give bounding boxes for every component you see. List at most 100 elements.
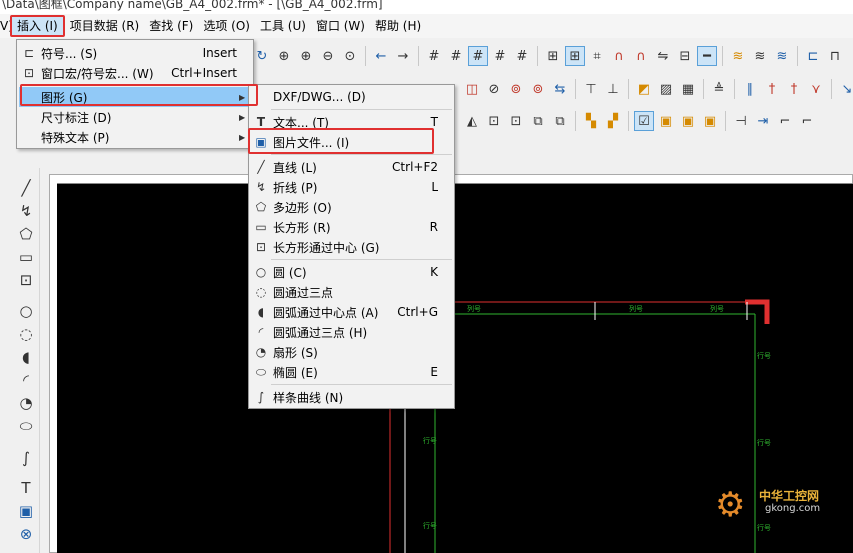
layer-b-icon[interactable]: ▣ xyxy=(678,111,698,131)
menu-item-dxf-dwg[interactable]: DXF/DWG... (D) xyxy=(251,87,452,107)
mirror-a-icon[interactable]: ◭ xyxy=(462,111,482,131)
symbol-h-icon[interactable]: ⊥ xyxy=(603,79,623,99)
menu-item-spline[interactable]: ∫ 样条曲线 (N) xyxy=(251,387,452,407)
link-tool-icon[interactable]: ⊗ xyxy=(15,524,37,544)
spline-tool-icon[interactable]: ∫ xyxy=(15,448,37,468)
corner-b-icon[interactable]: ⌐ xyxy=(797,111,817,131)
scale-icon[interactable]: ⊟ xyxy=(675,46,695,66)
wave-a-icon[interactable]: ≋ xyxy=(728,46,748,66)
symbol-c-icon[interactable]: ⊘ xyxy=(484,79,504,99)
menu-item-line[interactable]: ╱ 直线 (L) Ctrl+F2 xyxy=(251,157,452,177)
magnet-icon[interactable]: ∩ xyxy=(609,46,629,66)
menu-item-sector[interactable]: ◔ 扇形 (S) xyxy=(251,342,452,362)
menu-item-arc-center[interactable]: ◖ 圆弧通过中心点 (A) Ctrl+G xyxy=(251,302,452,322)
menu-project-data[interactable]: 项目数据 (R) xyxy=(65,15,145,37)
angle-a-icon[interactable]: ↘ xyxy=(837,79,853,99)
back-arrow-icon[interactable]: ← xyxy=(371,46,391,66)
menu-item-polygon[interactable]: ⬠ 多边形 (O) xyxy=(251,197,452,217)
text-tool-icon[interactable]: T xyxy=(15,478,37,498)
hatch-a-icon[interactable]: ◩ xyxy=(634,79,654,99)
wave-b-icon[interactable]: ≋ xyxy=(750,46,770,66)
zoom-in-icon[interactable]: ⊕ xyxy=(296,46,316,66)
rectangle-tool-icon[interactable]: ▭ xyxy=(15,247,37,267)
ellipse-tool-icon[interactable]: ⬭ xyxy=(15,416,37,436)
trim-icon[interactable]: ⊣ xyxy=(731,111,751,131)
arc-three-point-tool-icon[interactable]: ◜ xyxy=(15,370,37,390)
extend-icon[interactable]: ⇥ xyxy=(753,111,773,131)
menu-window[interactable]: 窗口 (W) xyxy=(311,15,370,37)
menu-item-circle-three-point[interactable]: ◌ 圆通过三点 xyxy=(251,282,452,302)
circle-tool-icon[interactable]: ○ xyxy=(15,301,37,321)
menu-find[interactable]: 查找 (F) xyxy=(144,15,198,37)
grid-c-icon[interactable]: # xyxy=(468,46,488,66)
symbol-g-icon[interactable]: ⊤ xyxy=(581,79,601,99)
grid-display-icon[interactable]: ⊞ xyxy=(565,46,585,66)
image-tool-icon[interactable]: ▣ xyxy=(15,501,37,521)
zoom-out-icon[interactable]: ⊖ xyxy=(318,46,338,66)
bus-a-icon[interactable]: ∥ xyxy=(740,79,760,99)
more-icon[interactable]: ⊓ xyxy=(825,46,845,66)
stack-icon[interactable]: ≜ xyxy=(709,79,729,99)
zoom-window-icon[interactable]: ⊕ xyxy=(274,46,294,66)
menu-help[interactable]: 帮助 (H) xyxy=(370,15,426,37)
circle-three-point-tool-icon[interactable]: ◌ xyxy=(15,324,37,344)
grid-a-icon[interactable]: # xyxy=(424,46,444,66)
refresh-icon[interactable]: ↻ xyxy=(252,46,272,66)
sector-tool-icon[interactable]: ◔ xyxy=(15,393,37,413)
grid-snap-icon[interactable]: ⊞ xyxy=(543,46,563,66)
symbol-e-icon[interactable]: ⊚ xyxy=(528,79,548,99)
polyline-tool-icon[interactable]: ↯ xyxy=(15,201,37,221)
pin-icon[interactable]: ⊏ xyxy=(803,46,823,66)
menu-item-symbol[interactable]: ⊏ 符号... (S) Insert xyxy=(19,43,251,63)
symbol-d-icon[interactable]: ⊚ xyxy=(506,79,526,99)
menu-item-circle[interactable]: ○ 圆 (C) K xyxy=(251,262,452,282)
spline-icon: ∫ xyxy=(257,390,265,404)
connect-icon[interactable]: ⇋ xyxy=(653,46,673,66)
menu-item-rectangle[interactable]: ▭ 长方形 (R) R xyxy=(251,217,452,237)
menu-tools[interactable]: 工具 (U) xyxy=(255,15,311,37)
layer-a-icon[interactable]: ▣ xyxy=(656,111,676,131)
menu-item-dimension[interactable]: 尺寸标注 (D) ▶ xyxy=(19,107,251,127)
mirror-e-icon[interactable]: ⧉ xyxy=(550,111,570,131)
forward-arrow-icon[interactable]: → xyxy=(393,46,413,66)
group-a-icon[interactable]: ▚ xyxy=(581,111,601,131)
menu-item-ellipse[interactable]: ⬭ 椭圆 (E) E xyxy=(251,362,452,382)
symbol-f-icon[interactable]: ⇆ xyxy=(550,79,570,99)
polygon-tool-icon[interactable]: ⬠ xyxy=(15,224,37,244)
menu-item-arc-three-point[interactable]: ◜ 圆弧通过三点 (H) xyxy=(251,322,452,342)
menu-item-window-macro[interactable]: ⊡ 窗口宏/符号宏... (W) Ctrl+Insert xyxy=(19,63,251,83)
menu-item-text[interactable]: T 文本... (T) T xyxy=(251,112,452,132)
group-b-icon[interactable]: ▞ xyxy=(603,111,623,131)
mirror-b-icon[interactable]: ⊡ xyxy=(484,111,504,131)
grid-b-icon[interactable]: # xyxy=(446,46,466,66)
arc-center-tool-icon[interactable]: ◖ xyxy=(15,347,37,367)
menu-item-graphics[interactable]: 图形 (G) ▶ xyxy=(19,87,251,107)
hatch-b-icon[interactable]: ▨ xyxy=(656,79,676,99)
cross-icon[interactable]: ⌗ xyxy=(587,46,607,66)
hatch-c-icon[interactable]: ▦ xyxy=(678,79,698,99)
menu-view[interactable]: V) xyxy=(0,15,10,37)
symbol-b-icon[interactable]: ◫ xyxy=(462,79,482,99)
check-icon[interactable]: ☑ xyxy=(634,111,654,131)
menu-item-image-file[interactable]: ▣ 图片文件... (I) xyxy=(251,132,452,152)
rectangle-center-tool-icon[interactable]: ⊡ xyxy=(15,270,37,290)
menu-item-rectangle-center[interactable]: ⊡ 长方形通过中心 (G) xyxy=(251,237,452,257)
line-width-icon[interactable]: ━ xyxy=(697,46,717,66)
mirror-c-icon[interactable]: ⊡ xyxy=(506,111,526,131)
menu-item-special-text[interactable]: 特殊文本 (P) ▶ xyxy=(19,127,251,147)
bus-c-icon[interactable]: † xyxy=(784,79,804,99)
grid-d-icon[interactable]: # xyxy=(490,46,510,66)
zoom-fit-icon[interactable]: ⊙ xyxy=(340,46,360,66)
line-tool-icon[interactable]: ╱ xyxy=(15,178,37,198)
grid-e-icon[interactable]: # xyxy=(512,46,532,66)
corner-a-icon[interactable]: ⌐ xyxy=(775,111,795,131)
bus-b-icon[interactable]: † xyxy=(762,79,782,99)
wave-c-icon[interactable]: ≋ xyxy=(772,46,792,66)
magnet-lock-icon[interactable]: ∩ xyxy=(631,46,651,66)
bus-d-icon[interactable]: ⋎ xyxy=(806,79,826,99)
menu-options[interactable]: 选项 (O) xyxy=(198,15,255,37)
mirror-d-icon[interactable]: ⧉ xyxy=(528,111,548,131)
menu-insert[interactable]: 插入 (I) xyxy=(10,15,65,37)
layer-c-icon[interactable]: ▣ xyxy=(700,111,720,131)
menu-item-polyline[interactable]: ↯ 折线 (P) L xyxy=(251,177,452,197)
